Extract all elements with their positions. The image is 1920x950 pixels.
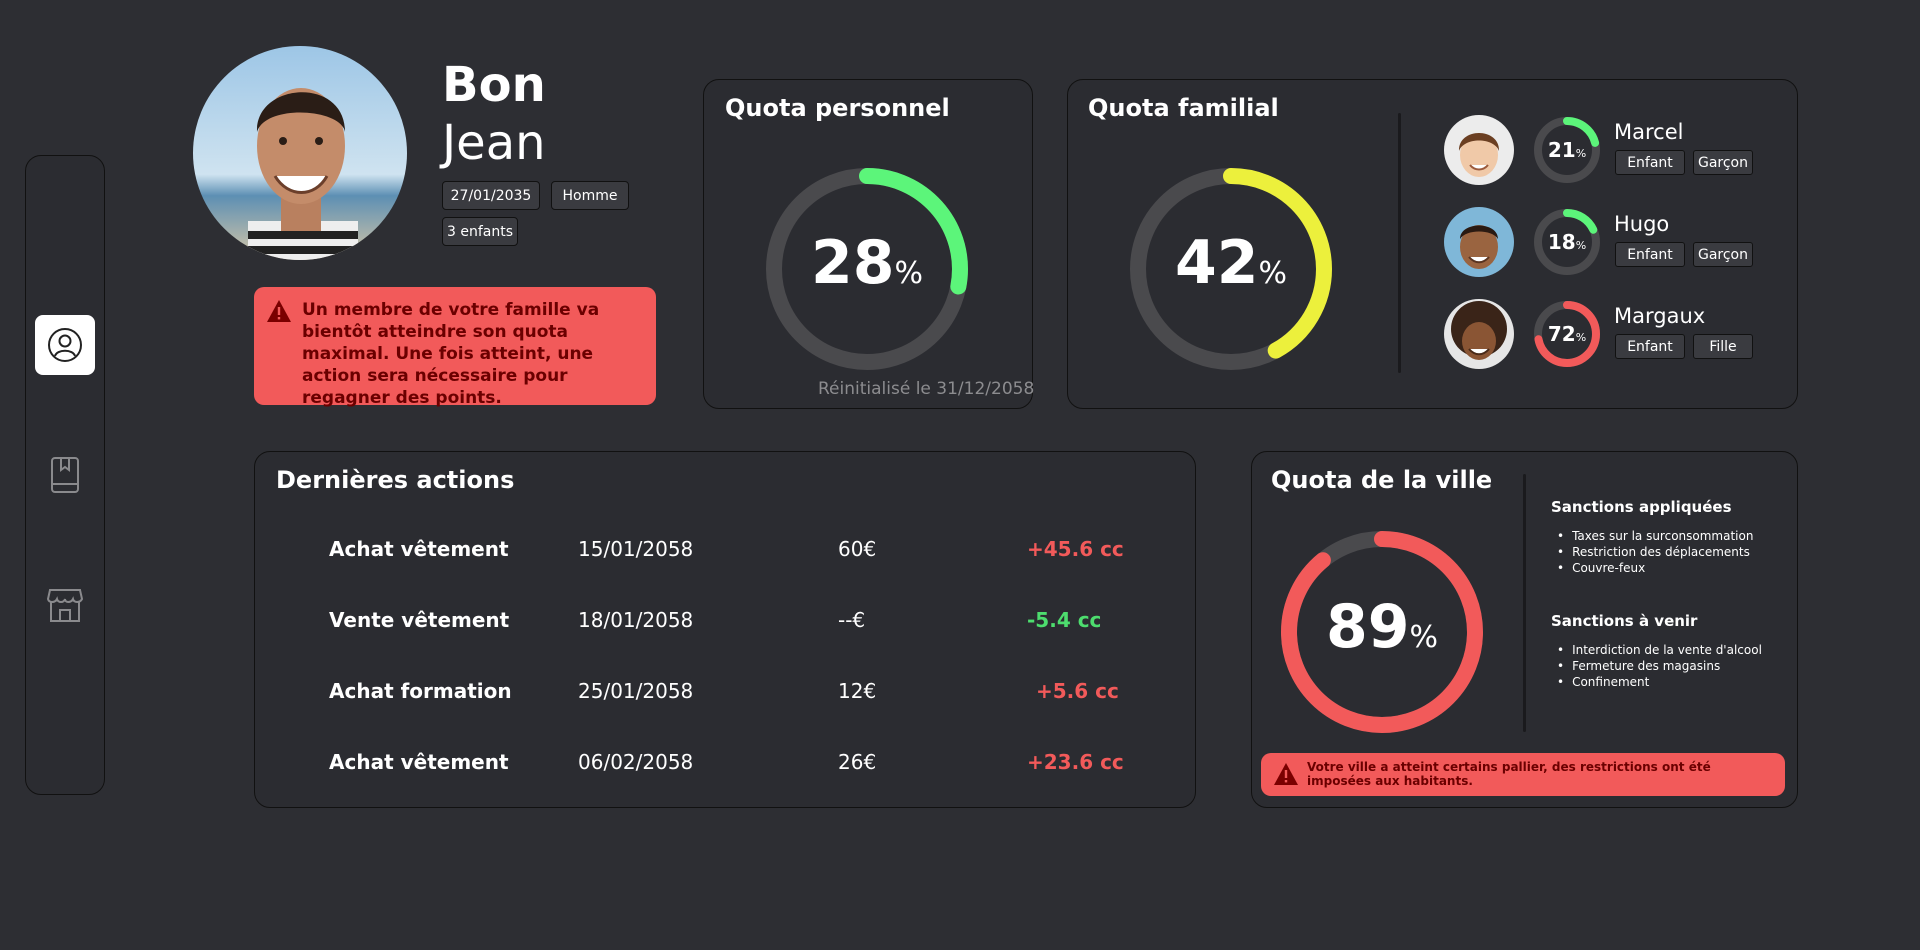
- upcoming-sanctions-title: Sanctions à venir: [1551, 612, 1698, 630]
- child-name: Marcel: [1614, 120, 1684, 144]
- greeting: Bon: [442, 57, 546, 113]
- action-date: 15/01/2058: [578, 537, 694, 561]
- action-date: 25/01/2058: [578, 679, 694, 703]
- action-cc: +23.6 cc: [1027, 750, 1124, 774]
- action-label: Achat vêtement: [329, 537, 509, 561]
- store-icon: [46, 589, 84, 622]
- gauge-value: 72%: [1547, 322, 1587, 346]
- divider: [1523, 474, 1526, 732]
- action-cc: +45.6 cc: [1027, 537, 1124, 561]
- birthdate-tag: 27/01/2035: [442, 181, 540, 210]
- list-item: Fermeture des magasins: [1551, 658, 1762, 674]
- alert-text: Un membre de votre famille va bientôt at…: [302, 300, 600, 408]
- reset-date: Réinitialisé le 31/12/2058: [818, 379, 1035, 399]
- gauge-value: 18%: [1547, 230, 1587, 254]
- family-quota-alert: Un membre de votre famille va bientôt at…: [254, 287, 656, 408]
- action-label: Achat formation: [329, 679, 512, 703]
- user-circle-icon: [48, 328, 82, 362]
- action-amount: 26€: [838, 750, 877, 774]
- sidebar: [25, 155, 105, 795]
- action-date: 06/02/2058: [578, 750, 694, 774]
- gauge-value: 42%: [1174, 228, 1287, 298]
- child-name: Hugo: [1614, 212, 1670, 236]
- action-cc: +5.6 cc: [1036, 679, 1119, 703]
- card-title: Dernières actions: [276, 466, 515, 494]
- gender-chip: Fille: [1693, 334, 1753, 359]
- sidebar-item-book[interactable]: [35, 445, 95, 505]
- action-date: 18/01/2058: [578, 608, 694, 632]
- card-title: Quota de la ville: [1271, 466, 1493, 494]
- warning-icon: [267, 300, 291, 322]
- divider: [1398, 113, 1401, 373]
- action-amount: --€: [838, 608, 866, 632]
- gender-chip: Garçon: [1693, 150, 1753, 175]
- upcoming-sanctions-list: Interdiction de la vente d'alcool Fermet…: [1551, 642, 1762, 690]
- family-quota-card: Quota familial 42% 21% Marcel Enfant Gar…: [1067, 79, 1798, 409]
- sidebar-item-store[interactable]: [35, 575, 95, 635]
- gender-tag: Homme: [551, 181, 629, 210]
- recent-actions-card: Dernières actions Achat vêtement 15/01/2…: [254, 451, 1196, 808]
- warning-icon: [1274, 763, 1298, 785]
- child-avatar-hugo: [1444, 207, 1514, 277]
- action-cc: -5.4 cc: [1027, 608, 1102, 632]
- child-avatar-marcel: [1444, 115, 1514, 185]
- list-item: Confinement: [1551, 674, 1762, 690]
- gauge-value: 21%: [1547, 138, 1587, 162]
- applied-sanctions-list: Taxes sur la surconsommation Restriction…: [1551, 528, 1753, 576]
- gauge-value: 89%: [1325, 592, 1438, 662]
- role-chip: Enfant: [1615, 150, 1685, 175]
- applied-sanctions-title: Sanctions appliquées: [1551, 498, 1732, 516]
- list-item: Interdiction de la vente d'alcool: [1551, 642, 1762, 658]
- bookmark-book-icon: [51, 457, 79, 493]
- sidebar-item-profile[interactable]: [35, 315, 95, 375]
- list-item: Restriction des déplacements: [1551, 544, 1753, 560]
- list-item: Taxes sur la surconsommation: [1551, 528, 1753, 544]
- profile-avatar: [193, 46, 407, 260]
- user-name: Jean: [442, 115, 546, 171]
- card-title: Quota personnel: [725, 94, 950, 122]
- role-chip: Enfant: [1615, 334, 1685, 359]
- card-title: Quota familial: [1088, 94, 1279, 122]
- personal-quota-card: Quota personnel 28%: [703, 79, 1033, 409]
- role-chip: Enfant: [1615, 242, 1685, 267]
- alert-text: Votre ville a atteint certains pallier, …: [1307, 760, 1711, 788]
- child-avatar-margaux: [1444, 299, 1514, 369]
- children-tag: 3 enfants: [442, 217, 518, 246]
- action-label: Achat vêtement: [329, 750, 509, 774]
- action-label: Vente vêtement: [329, 608, 510, 632]
- action-amount: 60€: [838, 537, 877, 561]
- list-item: Couvre-feux: [1551, 560, 1753, 576]
- gender-chip: Garçon: [1693, 242, 1753, 267]
- action-amount: 12€: [838, 679, 877, 703]
- city-restrictions-alert: Votre ville a atteint certains pallier, …: [1261, 753, 1785, 796]
- child-name: Margaux: [1614, 304, 1706, 328]
- gauge-value: 28%: [810, 228, 923, 298]
